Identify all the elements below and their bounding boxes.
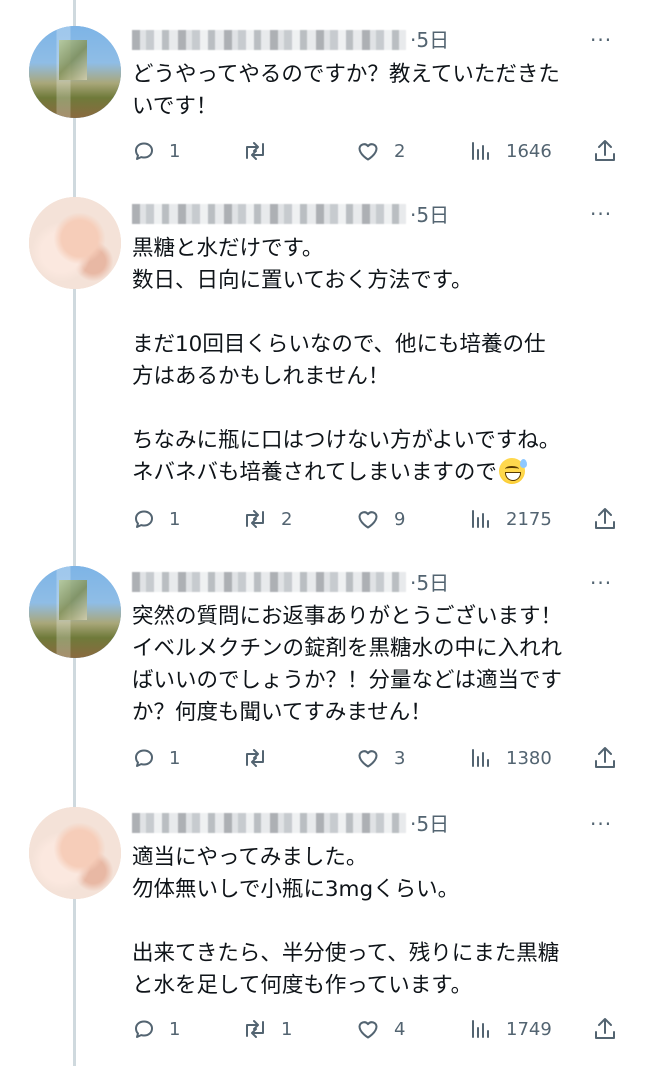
heart-icon bbox=[358, 1021, 378, 1039]
share-button[interactable] bbox=[593, 1014, 617, 1044]
views-count: 1646 bbox=[506, 140, 552, 162]
avatar[interactable] bbox=[29, 807, 121, 899]
blurred-username[interactable] bbox=[132, 30, 406, 50]
reply-count: 1 bbox=[169, 1018, 181, 1040]
like-button[interactable]: 3 bbox=[355, 743, 405, 773]
heart-icon bbox=[358, 511, 378, 529]
timestamp[interactable]: ·5日 bbox=[410, 571, 449, 595]
reply-text: 黒糖と水だけです。 数日、日向に置いておく方法です。 まだ10回目くらいなので、… bbox=[132, 233, 622, 489]
blurred-username[interactable] bbox=[132, 572, 406, 592]
analytics-icon bbox=[472, 1020, 489, 1038]
like-count: 3 bbox=[394, 747, 406, 769]
retweet-button[interactable] bbox=[242, 136, 281, 166]
reply-icon bbox=[135, 142, 153, 160]
reply-button[interactable]: 1 bbox=[132, 504, 180, 534]
reply-icon bbox=[135, 510, 153, 528]
share-button[interactable] bbox=[593, 136, 617, 166]
reply-button[interactable]: 1 bbox=[132, 136, 180, 166]
views-button[interactable]: 2175 bbox=[469, 504, 552, 534]
timestamp[interactable]: ·5日 bbox=[410, 203, 449, 227]
like-count: 2 bbox=[394, 140, 406, 162]
action-bar: 1 2 9 2175 bbox=[132, 504, 622, 534]
avatar[interactable] bbox=[29, 26, 121, 118]
thread-line bbox=[73, 0, 76, 1066]
retweet-button[interactable] bbox=[242, 743, 281, 773]
more-options-icon[interactable]: ··· bbox=[590, 204, 612, 224]
action-bar: 1 2 1646 bbox=[132, 136, 622, 166]
share-icon bbox=[595, 508, 615, 529]
heart-icon bbox=[358, 750, 378, 768]
heart-icon bbox=[358, 143, 378, 161]
like-count: 4 bbox=[394, 1018, 406, 1040]
reply-text: どうやってやるのですか？教えていただきた いです！ bbox=[132, 62, 560, 119]
action-bar: 1 3 1380 bbox=[132, 743, 622, 773]
reply-icon bbox=[135, 1020, 153, 1038]
reply-button[interactable]: 1 bbox=[132, 1014, 180, 1044]
share-icon bbox=[595, 140, 615, 161]
blurred-username[interactable] bbox=[132, 813, 406, 833]
reply-button[interactable]: 1 bbox=[132, 743, 180, 773]
share-button[interactable] bbox=[593, 743, 617, 773]
timestamp[interactable]: ·5日 bbox=[410, 812, 449, 836]
like-count: 9 bbox=[394, 508, 406, 530]
like-button[interactable]: 4 bbox=[355, 1014, 405, 1044]
retweet-button[interactable]: 1 bbox=[242, 1014, 292, 1044]
retweet-icon bbox=[246, 510, 264, 528]
more-options-icon[interactable]: ··· bbox=[590, 30, 612, 50]
views-count: 1749 bbox=[506, 1018, 552, 1040]
like-button[interactable]: 9 bbox=[355, 504, 405, 534]
share-icon bbox=[595, 747, 615, 768]
grinning-face-with-sweat-icon bbox=[498, 458, 527, 484]
reply-count: 1 bbox=[169, 747, 181, 769]
more-options-icon[interactable]: ··· bbox=[590, 573, 612, 593]
timestamp[interactable]: ·5日 bbox=[410, 28, 449, 52]
views-button[interactable]: 1380 bbox=[469, 743, 552, 773]
retweet-icon bbox=[246, 749, 264, 767]
views-count: 2175 bbox=[506, 508, 552, 530]
analytics-icon bbox=[472, 510, 489, 528]
views-button[interactable]: 1646 bbox=[469, 136, 552, 166]
avatar[interactable] bbox=[29, 197, 121, 289]
retweet-icon bbox=[246, 142, 264, 160]
reply-text-content: 黒糖と水だけです。 数日、日向に置いておく方法です。 まだ10回目くらいなので、… bbox=[132, 236, 561, 485]
analytics-icon bbox=[472, 749, 489, 767]
blurred-username[interactable] bbox=[132, 204, 406, 224]
views-button[interactable]: 1749 bbox=[469, 1014, 552, 1044]
avatar[interactable] bbox=[29, 566, 121, 658]
retweet-button[interactable]: 2 bbox=[242, 504, 292, 534]
reply-text: 適当にやってみました。 勿体無いしで小瓶に3mgくらい。 出来てきたら、半分使っ… bbox=[132, 845, 560, 998]
share-icon bbox=[595, 1018, 615, 1039]
analytics-icon bbox=[472, 142, 489, 160]
views-count: 1380 bbox=[506, 747, 552, 769]
retweet-count: 1 bbox=[281, 1018, 293, 1040]
retweet-icon bbox=[246, 1020, 264, 1038]
more-options-icon[interactable]: ··· bbox=[590, 814, 612, 834]
reply-icon bbox=[135, 749, 153, 767]
like-button[interactable]: 2 bbox=[355, 136, 405, 166]
reply-text: 突然の質問にお返事ありがとうございます！ イベルメクチンの錠剤を黒糖水の中に入れ… bbox=[132, 604, 563, 725]
action-bar: 1 1 4 1749 bbox=[132, 1014, 622, 1044]
reply-count: 1 bbox=[169, 508, 181, 530]
share-button[interactable] bbox=[593, 504, 617, 534]
retweet-count: 2 bbox=[281, 508, 293, 530]
reply-count: 1 bbox=[169, 140, 181, 162]
